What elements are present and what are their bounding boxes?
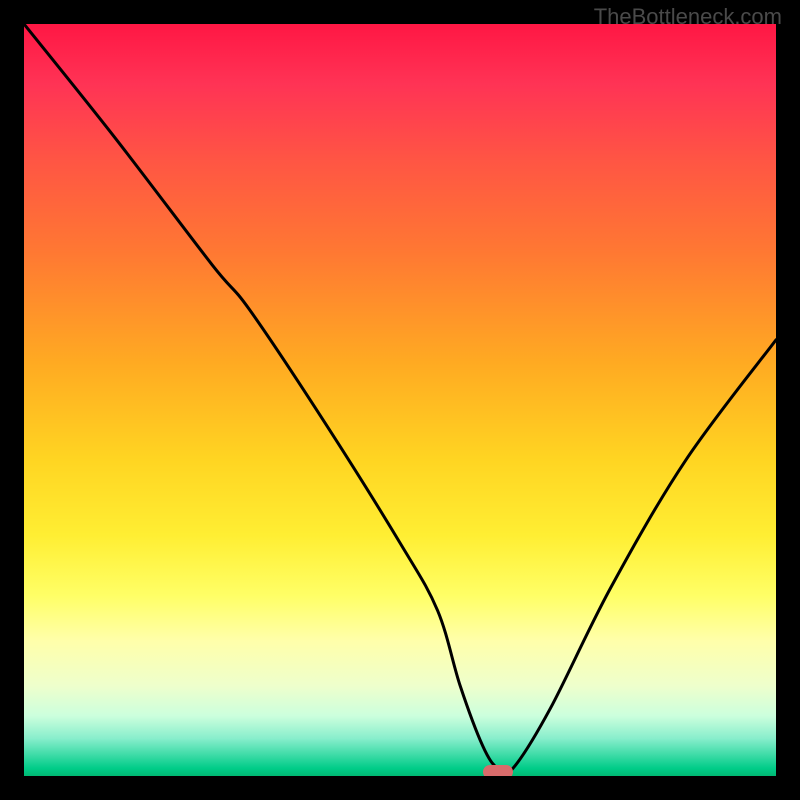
watermark-text: TheBottleneck.com — [594, 4, 782, 30]
bottleneck-curve — [24, 24, 776, 776]
plot-area — [24, 24, 776, 776]
optimal-point-marker — [483, 765, 513, 776]
